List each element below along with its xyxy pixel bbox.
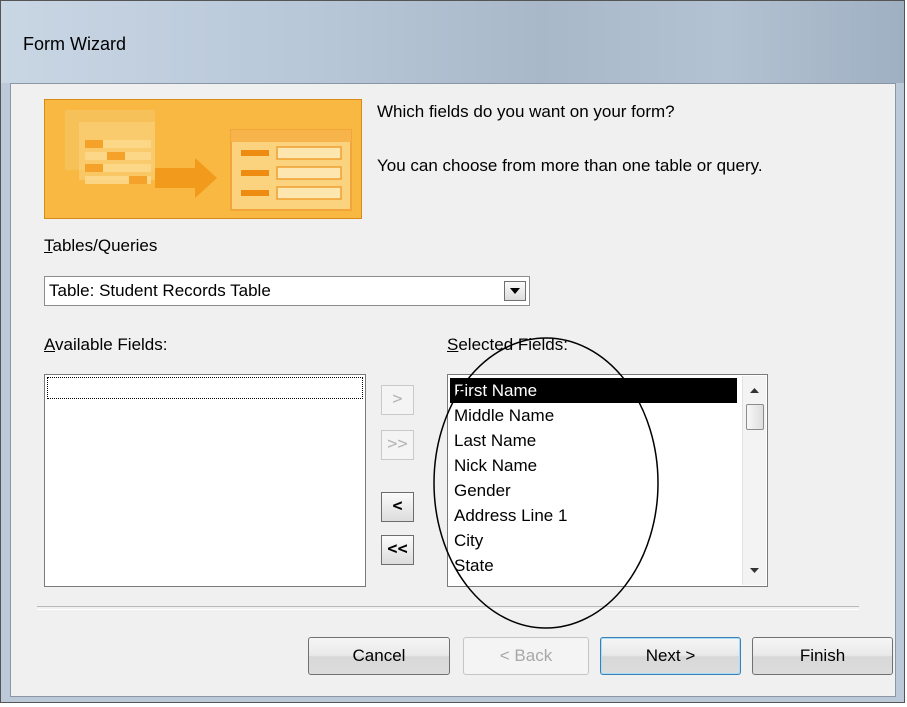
form-wizard-window: Form Wizard Which fields do you want on … [0, 0, 905, 703]
add-all-fields-button[interactable]: >> [381, 430, 414, 460]
add-field-button[interactable]: > [381, 385, 414, 415]
chevron-down-icon [510, 288, 520, 294]
list-item-middle-name[interactable]: Middle Name [450, 403, 737, 428]
list-item-last-name[interactable]: Last Name [450, 428, 737, 453]
tables-queries-value: Table: Student Records Table [49, 281, 271, 300]
available-fields-list[interactable] [44, 374, 366, 587]
remove-all-fields-button[interactable]: << [381, 535, 414, 565]
list-item-gender[interactable]: Gender [450, 478, 737, 503]
finish-button[interactable]: Finish [752, 637, 893, 675]
back-button[interactable]: < Back [463, 637, 589, 675]
tables-queries-label-rest: ables/Queries [52, 236, 158, 255]
wizard-banner-illustration [44, 99, 362, 219]
dropdown-button[interactable] [504, 281, 526, 301]
list-item-address-line-1[interactable]: Address Line 1 [450, 503, 737, 528]
selected-fields-label-rest: elected Fields: [458, 335, 568, 354]
wizard-question: Which fields do you want on your form? [377, 102, 675, 121]
scrollbar-thumb[interactable] [746, 404, 764, 430]
footer-divider [37, 606, 859, 610]
scroll-down-arrow-icon[interactable] [750, 568, 759, 573]
remove-field-button[interactable]: < [381, 492, 414, 522]
wizard-client-area: Which fields do you want on your form? Y… [10, 83, 896, 697]
selected-fields-list[interactable]: First Name Middle Name Last Name Nick Na… [447, 374, 768, 587]
list-focus-rect [47, 377, 363, 399]
list-item-first-name[interactable]: First Name [450, 378, 737, 403]
wizard-hint: You can choose from more than one table … [377, 156, 763, 175]
cancel-button[interactable]: Cancel [308, 637, 450, 675]
list-item-state[interactable]: State [450, 553, 737, 578]
selected-fields-label: Selected Fields: [447, 335, 568, 354]
available-fields-label-rest: vailable Fields: [55, 335, 168, 354]
window-title: Form Wizard [23, 34, 126, 54]
vertical-scrollbar[interactable] [742, 376, 766, 585]
available-fields-label: Available Fields: [44, 335, 168, 354]
next-button[interactable]: Next > [600, 637, 741, 675]
title-bar[interactable]: Form Wizard [1, 1, 904, 83]
list-item-city[interactable]: City [450, 528, 737, 553]
tables-queries-dropdown[interactable]: Table: Student Records Table [44, 276, 530, 306]
tables-queries-label: Tables/Queries [44, 236, 158, 255]
scroll-up-arrow-icon[interactable] [750, 388, 759, 393]
list-item-nick-name[interactable]: Nick Name [450, 453, 737, 478]
table-to-form-illustration-icon [45, 100, 361, 218]
